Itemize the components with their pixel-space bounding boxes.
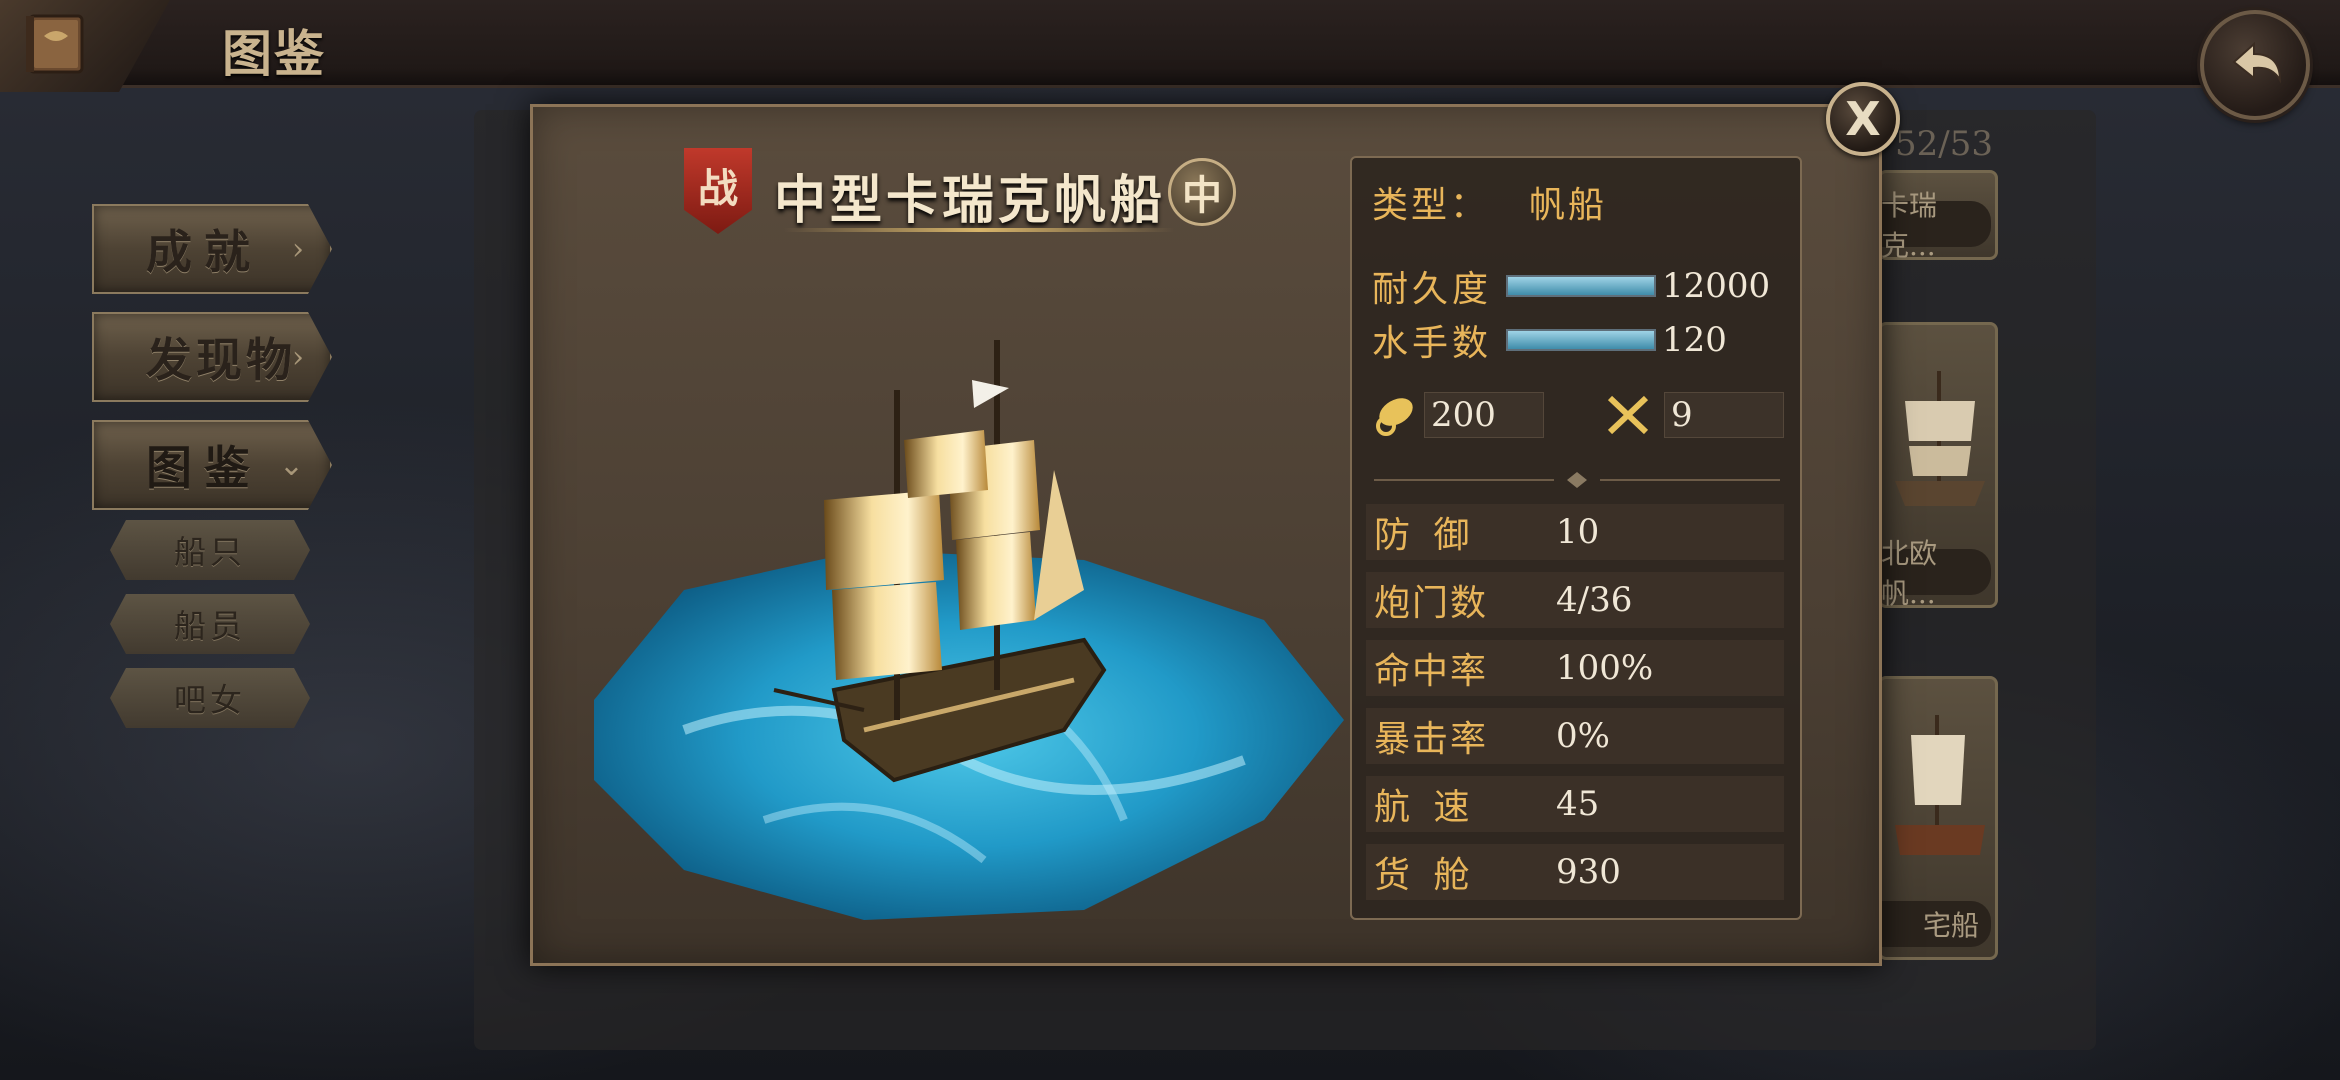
size-badge-label: 中 bbox=[1182, 172, 1222, 219]
ornament-divider bbox=[1374, 472, 1780, 488]
submenu-item-ships[interactable]: 船只 bbox=[110, 520, 310, 580]
chevron-right-icon: › bbox=[292, 232, 304, 267]
menu-item-achievements[interactable]: 成就 › bbox=[92, 204, 332, 294]
sailors-label: 水手数 bbox=[1372, 323, 1493, 364]
stat-key: 货 舱 bbox=[1374, 855, 1476, 896]
stat-row-crit-rate: 暴击率 0% bbox=[1366, 708, 1784, 764]
sailors-fill bbox=[1508, 331, 1655, 349]
menu-item-label: 成就 bbox=[146, 225, 262, 279]
submenu-item-barmaids[interactable]: 吧女 bbox=[110, 668, 310, 728]
sailors-row: 水手数 120 bbox=[1372, 314, 1727, 366]
ship-stats-panel: 类型： 帆船 耐久度 12000 水手数 120 200 9 防 御 10 炮门数 4… bbox=[1350, 156, 1802, 920]
collection-counter: 52/53 bbox=[1895, 124, 1993, 164]
close-button[interactable]: X bbox=[1826, 82, 1900, 156]
card-label: 宅船 bbox=[1881, 901, 1991, 947]
name-underline bbox=[784, 228, 1174, 232]
collection-card[interactable]: 卡瑞克... bbox=[1878, 170, 1998, 262]
menu-item-label: 发现物 bbox=[146, 333, 296, 387]
card-label: 北欧帆... bbox=[1881, 537, 1991, 610]
durability-bar bbox=[1506, 275, 1657, 297]
stat-key: 防 御 bbox=[1374, 515, 1476, 556]
ship-thumbnail bbox=[1895, 715, 1985, 855]
stat-value: 930 bbox=[1556, 852, 1621, 892]
type-label: 类型： bbox=[1372, 185, 1490, 226]
type-row: 类型： 帆船 bbox=[1372, 176, 1607, 228]
stat-key: 炮门数 bbox=[1374, 583, 1489, 624]
menu-item-illustrated[interactable]: 图鉴 ⌄ bbox=[92, 420, 332, 510]
ship-model-view[interactable] bbox=[564, 260, 1354, 960]
war-badge-label: 战 bbox=[698, 165, 738, 212]
stat-value: 4/36 bbox=[1556, 580, 1633, 620]
sailors-value: 120 bbox=[1662, 320, 1727, 360]
melee-stat: 9 bbox=[1602, 390, 1784, 440]
stat-row-speed: 航 速 45 bbox=[1366, 776, 1784, 832]
card-label: 卡瑞克... bbox=[1881, 189, 1991, 262]
durability-fill bbox=[1508, 277, 1655, 295]
crossed-swords-icon bbox=[1607, 395, 1649, 435]
back-button[interactable] bbox=[2200, 10, 2310, 120]
durability-value: 12000 bbox=[1662, 266, 1771, 306]
sailors-bar bbox=[1506, 329, 1657, 351]
durability-label: 耐久度 bbox=[1372, 269, 1493, 310]
ship-thumbnail bbox=[1895, 371, 1985, 506]
collection-card[interactable]: 宅船 bbox=[1878, 676, 1998, 960]
cannon-value: 200 bbox=[1424, 392, 1544, 438]
close-icon: X bbox=[1845, 92, 1881, 146]
melee-value: 9 bbox=[1664, 392, 1784, 438]
stat-value: 100% bbox=[1556, 648, 1654, 688]
stat-value: 10 bbox=[1556, 512, 1600, 552]
submenu-item-label: 吧女 bbox=[173, 681, 246, 719]
chevron-down-icon: ⌄ bbox=[278, 448, 304, 483]
submenu-item-label: 船只 bbox=[173, 533, 246, 571]
stat-key: 暴击率 bbox=[1374, 719, 1489, 760]
stat-key: 命中率 bbox=[1374, 651, 1489, 692]
stat-value: 45 bbox=[1556, 784, 1600, 824]
size-badge: 中 bbox=[1168, 158, 1236, 226]
cannon-stat: 200 bbox=[1372, 390, 1544, 440]
stat-row-defense: 防 御 10 bbox=[1366, 504, 1784, 560]
type-value: 帆船 bbox=[1529, 185, 1608, 226]
top-bar: 图鉴 bbox=[0, 0, 2340, 92]
collection-card[interactable]: 北欧帆... bbox=[1878, 322, 1998, 610]
cannon-icon bbox=[1376, 398, 1413, 436]
stat-row-accuracy: 命中率 100% bbox=[1366, 640, 1784, 696]
stat-row-cargo: 货 舱 930 bbox=[1366, 844, 1784, 900]
menu-item-discoveries[interactable]: 发现物 › bbox=[92, 312, 332, 402]
book-icon bbox=[26, 14, 84, 74]
back-arrow-icon bbox=[2232, 41, 2282, 84]
menu-item-label: 图鉴 bbox=[146, 441, 262, 495]
durability-row: 耐久度 12000 bbox=[1372, 260, 1770, 312]
submenu-item-crew[interactable]: 船员 bbox=[110, 594, 310, 654]
stat-key: 航 速 bbox=[1374, 787, 1476, 828]
ship-name: 中型卡瑞克帆船 bbox=[774, 170, 1167, 231]
stat-row-gunports: 炮门数 4/36 bbox=[1366, 572, 1784, 628]
stat-value: 0% bbox=[1556, 716, 1610, 756]
page-title: 图鉴 bbox=[222, 24, 326, 83]
submenu-item-label: 船员 bbox=[173, 607, 246, 645]
chevron-right-icon: › bbox=[292, 340, 304, 375]
